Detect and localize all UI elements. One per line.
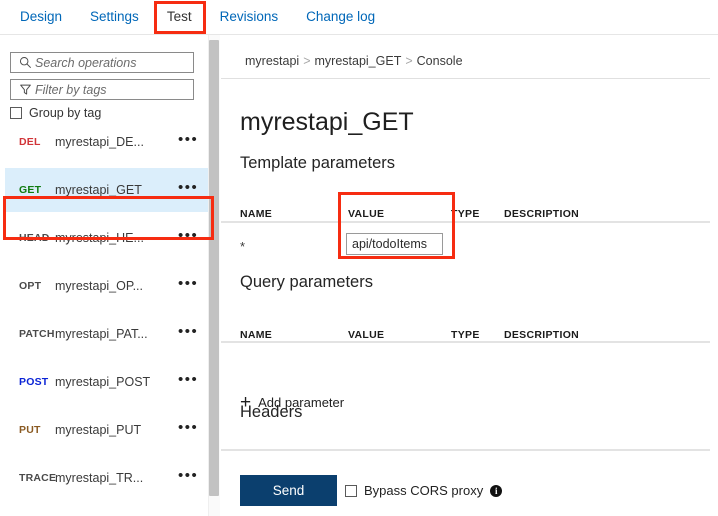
template-col-description: DESCRIPTION <box>504 208 580 220</box>
info-icon[interactable]: i <box>490 484 503 497</box>
operation-name: myrestapi_PUT <box>55 423 142 437</box>
tab-revisions[interactable]: Revisions <box>206 0 293 34</box>
operations-sidebar: Search operations Filter by tags Group b… <box>0 35 220 516</box>
operation-more-menu-icon[interactable]: ••• <box>178 420 212 437</box>
filter-input[interactable]: Filter by tags <box>10 79 194 100</box>
operation-row-opt[interactable]: OPT myrestapi_OP... ••• <box>5 264 212 308</box>
operation-verb: PUT <box>19 424 41 436</box>
operation-row-get[interactable]: GET myrestapi_GET ••• <box>5 168 212 212</box>
operation-verb: GET <box>19 184 42 196</box>
template-col-name: NAME <box>240 208 273 220</box>
operation-more-menu-icon[interactable]: ••• <box>178 372 212 389</box>
sidebar-scrollbar-thumb[interactable] <box>209 40 219 496</box>
template-parameters-heading: Template parameters <box>240 154 395 172</box>
query-col-description: DESCRIPTION <box>504 329 580 341</box>
operation-more-menu-icon[interactable]: ••• <box>178 180 212 197</box>
test-console-page: Design Settings Test Revisions Change log Se… <box>0 0 718 516</box>
page-title: myrestapi_GET <box>240 108 414 136</box>
operation-name: myrestapi_POST <box>55 375 151 389</box>
operation-name: myrestapi_OP... <box>55 279 144 293</box>
headers-divider <box>221 449 710 451</box>
operation-name: myrestapi_HE... <box>55 231 144 245</box>
top-tabbar: Design Settings Test Revisions Change log <box>0 0 718 34</box>
operation-verb: TRACE <box>19 472 57 484</box>
send-button[interactable]: Send <box>240 475 337 506</box>
template-col-value: VALUE <box>348 208 385 220</box>
operation-more-menu-icon[interactable]: ••• <box>178 468 212 485</box>
bypass-cors-proxy-checkbox[interactable]: Bypass CORS proxy i <box>345 483 503 498</box>
breadcrumb-separator: > <box>303 54 311 68</box>
breadcrumb-root[interactable]: myrestapi <box>245 54 299 68</box>
breadcrumb-divider <box>221 78 710 79</box>
operation-row-put[interactable]: PUT myrestapi_PUT ••• <box>5 408 212 452</box>
breadcrumb-operation[interactable]: myrestapi_GET <box>315 54 402 68</box>
group-by-tag-label: Group by tag <box>29 106 102 120</box>
query-col-value: VALUE <box>348 329 385 341</box>
search-placeholder: Search operations <box>35 55 137 70</box>
operation-name: myrestapi_PAT... <box>55 327 148 341</box>
operation-verb: POST <box>19 376 49 388</box>
search-icon <box>15 55 35 71</box>
tab-settings[interactable]: Settings <box>76 0 153 34</box>
console-main-panel: myrestapi > myrestapi_GET > Console myrestap… <box>221 35 718 516</box>
checkbox-box[interactable] <box>10 107 22 119</box>
tab-list: Design Settings Test Revisions Change log <box>0 0 718 34</box>
operation-name: myrestapi_GET <box>55 183 142 197</box>
operation-name: myrestapi_DE... <box>55 135 144 149</box>
operation-row-trace[interactable]: TRACE myrestapi_TR... ••• <box>5 456 212 500</box>
operation-name: myrestapi_TR... <box>55 471 144 485</box>
query-parameters-heading: Query parameters <box>240 273 373 291</box>
breadcrumb-separator: > <box>405 54 413 68</box>
operation-row-del[interactable]: DEL myrestapi_DE... ••• <box>5 120 212 164</box>
checkbox-box[interactable] <box>345 484 357 497</box>
operation-verb: DEL <box>19 136 41 148</box>
query-col-name: NAME <box>240 329 273 341</box>
template-value-input[interactable]: api/todoItems <box>346 233 443 255</box>
tab-test[interactable]: Test <box>153 0 206 34</box>
filter-placeholder: Filter by tags <box>35 82 107 97</box>
operation-more-menu-icon[interactable]: ••• <box>178 228 212 245</box>
headers-heading: Headers <box>240 403 303 421</box>
operation-more-menu-icon[interactable]: ••• <box>178 132 212 149</box>
operation-verb: PATCH <box>19 328 55 340</box>
operation-verb: HEAD <box>19 232 50 244</box>
bypass-cors-proxy-label: Bypass CORS proxy <box>364 483 484 498</box>
template-header-divider <box>221 221 710 223</box>
query-header-divider <box>221 341 710 343</box>
operation-more-menu-icon[interactable]: ••• <box>178 276 212 293</box>
query-col-type: TYPE <box>451 329 480 341</box>
tab-design[interactable]: Design <box>6 0 76 34</box>
operation-verb: OPT <box>19 280 42 292</box>
breadcrumb: myrestapi > myrestapi_GET > Console <box>245 54 463 68</box>
search-input[interactable]: Search operations <box>10 52 194 73</box>
operation-row-head[interactable]: HEAD myrestapi_HE... ••• <box>5 216 212 260</box>
tab-change-log[interactable]: Change log <box>292 0 389 34</box>
breadcrumb-leaf: Console <box>416 54 463 68</box>
filter-icon <box>15 82 35 98</box>
template-row-name: * <box>240 239 246 254</box>
operation-row-post[interactable]: POST myrestapi_POST ••• <box>5 360 212 404</box>
operations-list[interactable]: DEL myrestapi_DE... ••• GET myrestapi_GET •••… <box>0 120 212 516</box>
operation-more-menu-icon[interactable]: ••• <box>178 324 212 341</box>
operation-row-patch[interactable]: PATCH myrestapi_PAT... ••• <box>5 312 212 356</box>
template-col-type: TYPE <box>451 208 480 220</box>
group-by-tag-checkbox[interactable]: Group by tag <box>10 106 101 120</box>
